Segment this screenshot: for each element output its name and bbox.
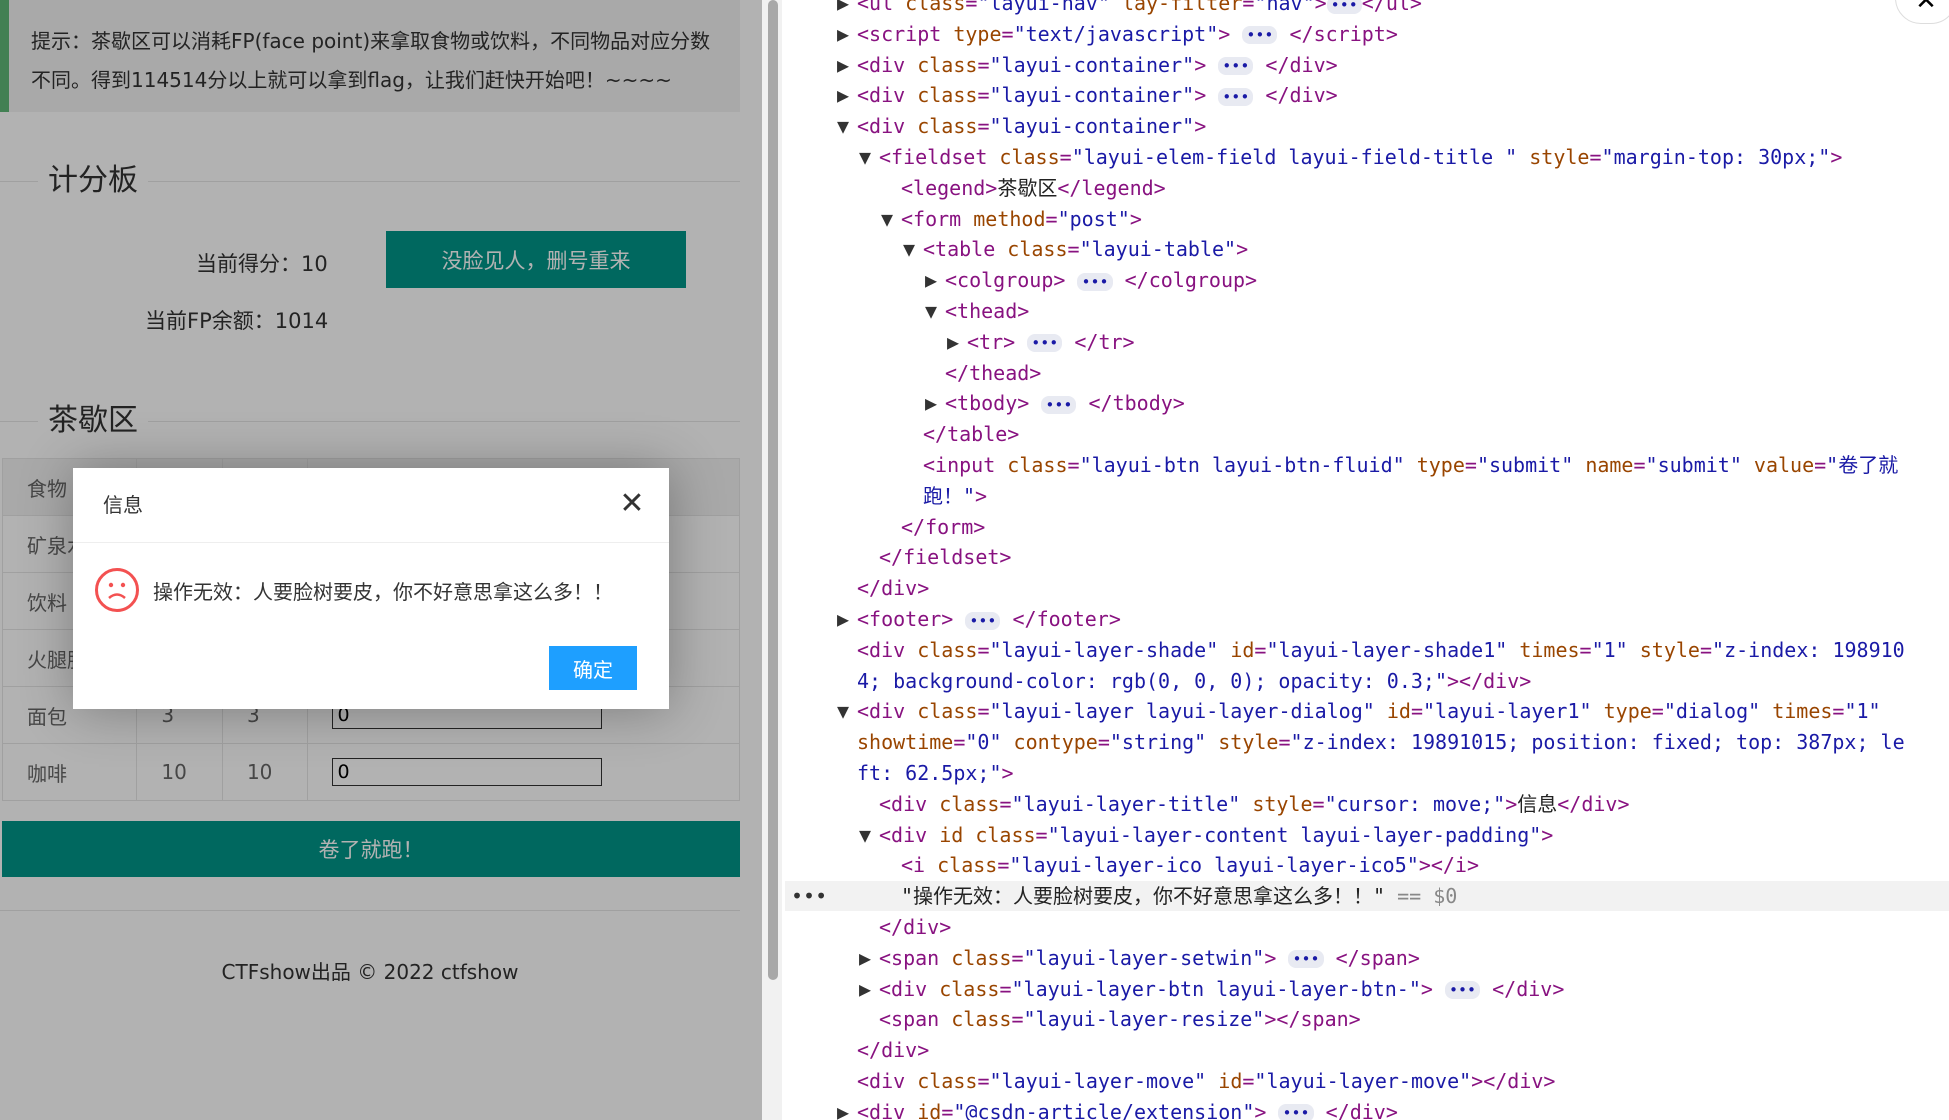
sad-face-svg xyxy=(108,582,126,599)
dom-tree-line[interactable]: ▼ <div class="layui-layer layui-layer-dia… xyxy=(785,696,1881,726)
dom-tree-line[interactable]: <div class="layui-layer-move" id="layui-… xyxy=(785,1066,1555,1096)
dom-tree-line[interactable]: showtime="0" contype="string" style="z-i… xyxy=(785,727,1905,757)
expand-triangle-icon[interactable]: ▼ xyxy=(837,696,857,726)
dom-tree-line[interactable]: </div> xyxy=(785,912,951,942)
expand-triangle-icon[interactable]: ▼ xyxy=(859,820,879,850)
expand-triangle-icon[interactable]: ▼ xyxy=(837,111,857,141)
dom-tree-line[interactable]: </thead> xyxy=(785,358,1041,388)
close-icon[interactable]: ✕ xyxy=(617,489,647,520)
expand-triangle-icon[interactable]: ▶ xyxy=(837,0,857,18)
message-dialog: 信息 ✕ 操作无效：人要脸树要皮，你不好意思拿这么多！！ 确定 xyxy=(73,468,669,709)
dom-tree-line[interactable]: <span class="layui-layer-resize"></span> xyxy=(785,1004,1361,1034)
expand-triangle-icon[interactable]: ▼ xyxy=(881,204,901,234)
dom-tree-line[interactable]: <div class="layui-layer-shade" id="layui… xyxy=(785,635,1905,665)
dom-tree-line[interactable]: <i class="layui-layer-ico layui-layer-ic… xyxy=(785,850,1479,880)
dom-tree-line[interactable]: 跑！"> xyxy=(785,481,987,511)
dom-tree-line[interactable]: </div> xyxy=(785,573,929,603)
expand-triangle-icon[interactable]: ▶ xyxy=(925,265,945,295)
dom-tree-line[interactable]: ▶ <div id="@csdn-article/extension"> ••• … xyxy=(785,1097,1398,1120)
dom-tree-line[interactable]: </table> xyxy=(785,419,1019,449)
dom-tree-line[interactable]: ▶ <span class="layui-layer-setwin"> ••• <… xyxy=(785,943,1420,973)
expand-triangle-icon[interactable]: ▶ xyxy=(837,19,857,49)
dom-tree-line[interactable]: <div class="layui-layer-title" style="cu… xyxy=(785,789,1630,819)
dom-tree-line[interactable]: ▶ <footer> ••• </footer> xyxy=(785,604,1121,634)
dom-tree-line[interactable]: ▶ <tbody> ••• </tbody> xyxy=(785,388,1185,418)
dom-tree-line[interactable]: </form> xyxy=(785,512,985,542)
dom-tree-line[interactable]: ▶ <div class="layui-container"> ••• </div… xyxy=(785,50,1338,80)
dom-tree-line[interactable]: ft: 62.5px;"> xyxy=(785,758,1014,788)
expand-triangle-icon[interactable]: ▶ xyxy=(837,50,857,80)
more-options-icon[interactable]: ••• xyxy=(791,881,827,911)
dom-tree-line[interactable]: ▼ <form method="post"> xyxy=(785,204,1142,234)
dom-tree-line[interactable]: "操作无效：人要脸树要皮，你不好意思拿这么多！！" == $0 ••• xyxy=(785,881,1949,912)
dom-tree-line[interactable]: <input class="layui-btn layui-btn-fluid"… xyxy=(785,450,1898,480)
dom-tree-line[interactable]: </fieldset> xyxy=(785,542,1011,572)
dom-tree-line[interactable]: ▶ <colgroup> ••• </colgroup> xyxy=(785,265,1257,295)
devtools-elements-panel: ▶ <ul class="layui-nav" lay-filter="nav">… xyxy=(785,0,1949,1120)
sad-face-icon xyxy=(95,568,139,612)
webpage-panel: 提示：茶歇区可以消耗FP(face point)来拿取食物或饮料，不同物品对应分… xyxy=(0,0,762,1120)
expand-triangle-icon[interactable]: ▼ xyxy=(903,234,923,264)
page-scrollbar-thumb[interactable] xyxy=(768,0,778,980)
confirm-button[interactable]: 确定 xyxy=(549,646,637,690)
dom-tree-line[interactable]: ▼ <thead> xyxy=(785,296,1029,326)
dom-tree-line[interactable]: ▶ <ul class="layui-nav" lay-filter="nav">… xyxy=(785,0,1422,18)
dialog-message: 操作无效：人要脸树要皮，你不好意思拿这么多！！ xyxy=(153,579,613,604)
expand-triangle-icon[interactable]: ▶ xyxy=(925,388,945,418)
dom-tree-line[interactable]: ▼ <fieldset class="layui-elem-field layui… xyxy=(785,142,1842,172)
dom-tree-line[interactable]: ▼ <table class="layui-table"> xyxy=(785,234,1248,264)
dom-tree-line[interactable]: ▼ <div class="layui-container"> xyxy=(785,111,1206,141)
dom-tree-line[interactable]: 4; background-color: rgb(0, 0, 0); opaci… xyxy=(785,666,1531,696)
expand-triangle-icon[interactable]: ▶ xyxy=(947,327,967,357)
dom-tree-line[interactable]: ▶ <script type="text/javascript"> ••• </s… xyxy=(785,19,1398,49)
expand-triangle-icon[interactable]: ▶ xyxy=(837,80,857,110)
dom-tree-line[interactable]: </div> xyxy=(785,1035,929,1065)
expand-triangle-icon[interactable]: ▶ xyxy=(837,604,857,634)
expand-triangle-icon[interactable]: ▶ xyxy=(859,974,879,1004)
expand-triangle-icon[interactable]: ▼ xyxy=(859,142,879,172)
dom-tree-line[interactable]: ▶ <tr> ••• </tr> xyxy=(785,327,1135,357)
expand-triangle-icon[interactable]: ▶ xyxy=(837,1097,857,1120)
dialog-title[interactable]: 信息 xyxy=(73,468,669,543)
dom-tree-line[interactable]: ▶ <div class="layui-layer-btn layui-layer… xyxy=(785,974,1564,1004)
dom-tree-line[interactable]: <legend>茶歇区</legend> xyxy=(785,173,1166,203)
dialog-content: 操作无效：人要脸树要皮，你不好意思拿这么多！！ xyxy=(95,568,649,612)
expand-triangle-icon[interactable]: ▶ xyxy=(859,943,879,973)
dom-tree-line[interactable]: ▶ <div class="layui-container"> ••• </div… xyxy=(785,80,1338,110)
dom-tree-line[interactable]: ▼ <div id class="layui-layer-content layu… xyxy=(785,820,1553,850)
expand-triangle-icon[interactable]: ▼ xyxy=(925,296,945,326)
